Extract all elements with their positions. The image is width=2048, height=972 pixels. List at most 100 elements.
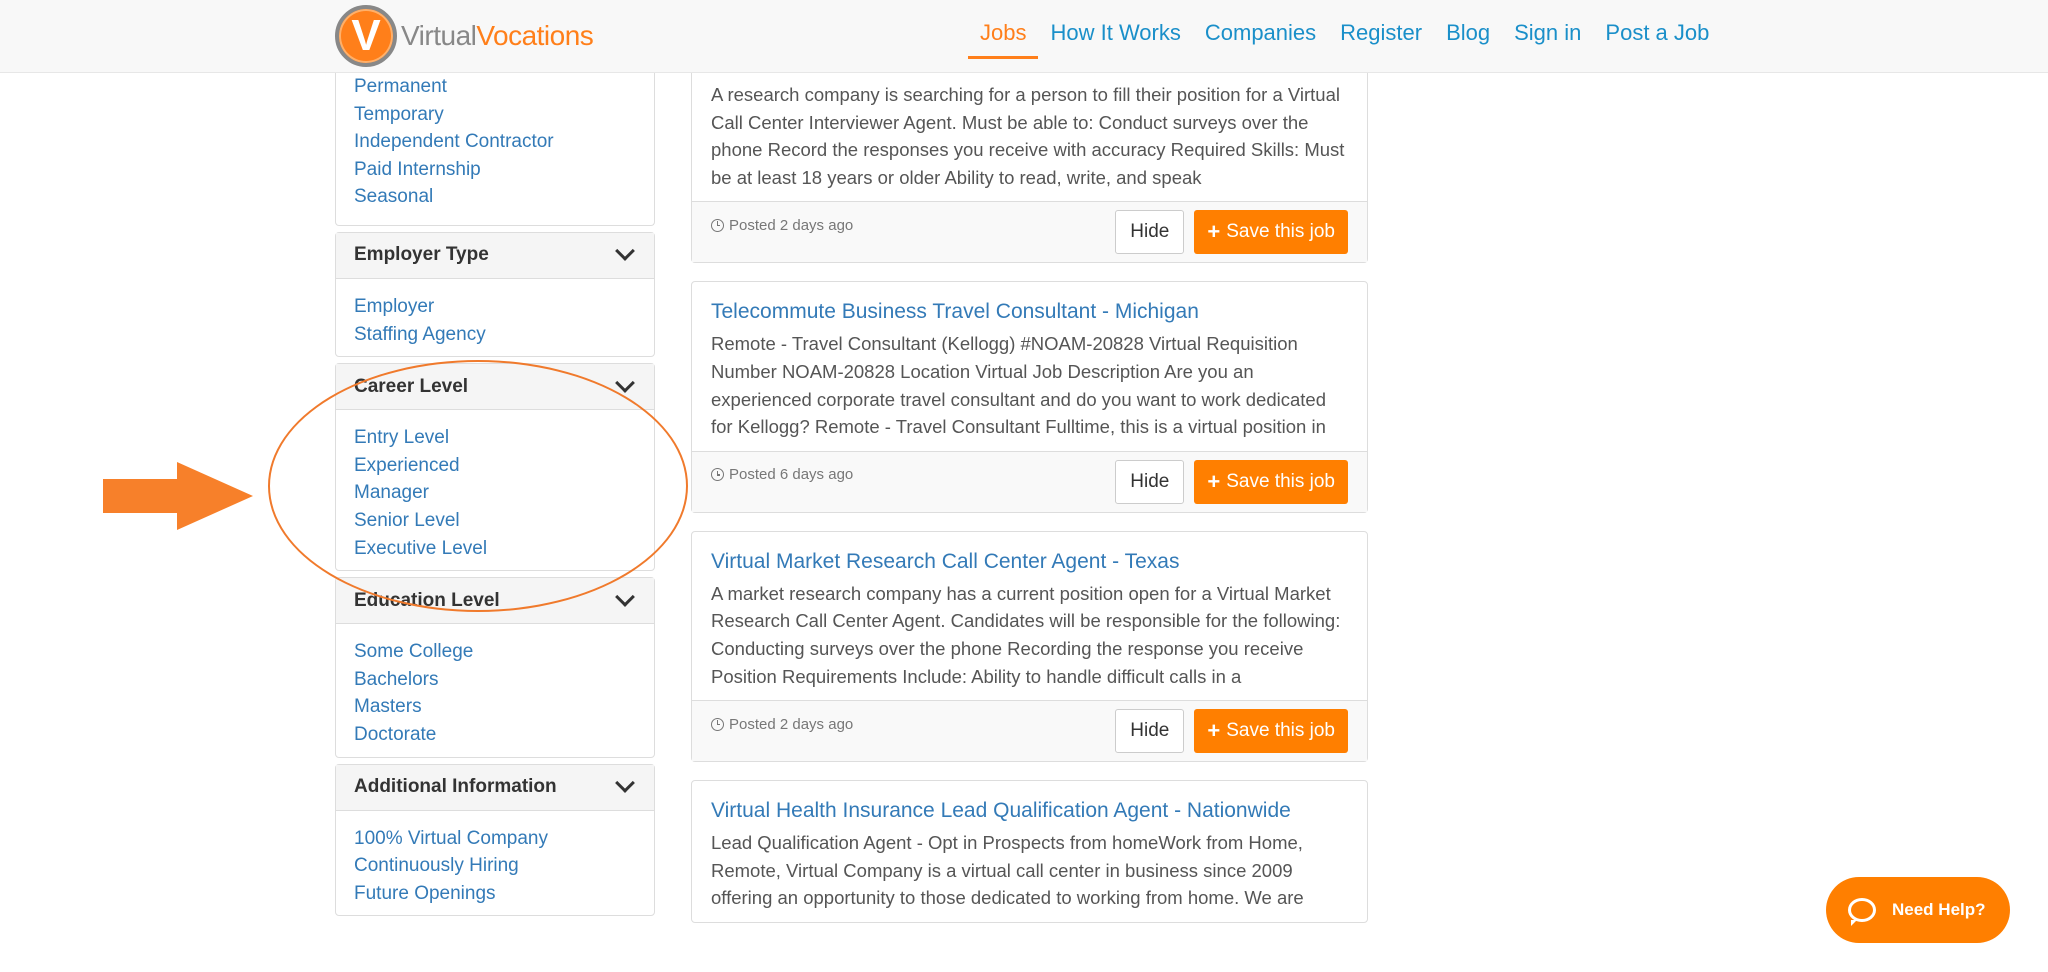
employer-type-title: Employer Type — [354, 244, 489, 266]
job-posted-date: Posted 6 days ago — [711, 466, 853, 483]
nav-register[interactable]: Register — [1328, 0, 1434, 73]
career-level-heading[interactable]: Career Level — [336, 364, 654, 411]
clock-icon — [711, 218, 724, 232]
need-help-label: Need Help? — [1892, 900, 1986, 919]
clock-icon — [711, 468, 724, 482]
education-level-heading[interactable]: Education Level — [336, 578, 654, 625]
education-level-title: Education Level — [354, 589, 500, 611]
filter-executive-level[interactable]: Executive Level — [354, 535, 636, 563]
job-card: Telecommute Business Travel Consultant -… — [691, 281, 1368, 513]
job-actions: Hide + Save this job — [1115, 459, 1348, 504]
job-actions: Hide + Save this job — [1115, 709, 1348, 754]
job-title-link[interactable]: Virtual Market Research Call Center Agen… — [711, 548, 1348, 576]
job-card: Virtual Health Insurance Lead Qualificat… — [691, 780, 1368, 923]
job-card-footer: Posted 2 days ago Hide + Save this job — [692, 700, 1367, 762]
job-title-link[interactable]: Telecommute Business Travel Consultant -… — [711, 298, 1348, 326]
job-description: A research company is searching for a pe… — [711, 84, 1345, 188]
career-level-title: Career Level — [354, 375, 469, 397]
filter-permanent[interactable]: Permanent — [354, 73, 636, 101]
filter-entry-level[interactable]: Entry Level — [354, 424, 636, 452]
filter-staffing-agency[interactable]: Staffing Agency — [354, 321, 636, 349]
additional-info-panel: Additional Information 100% Virtual Comp… — [335, 763, 655, 917]
filter-manager[interactable]: Manager — [354, 479, 636, 507]
logo-badge-icon: V — [335, 5, 397, 67]
filter-doctorate[interactable]: Doctorate — [354, 721, 636, 749]
posted-text: Posted 6 days ago — [729, 466, 854, 484]
posted-text: Posted 2 days ago — [729, 216, 854, 234]
chevron-down-icon[interactable] — [615, 241, 635, 262]
employer-type-panel: Employer Type Employer Staffing Agency — [335, 231, 655, 358]
job-description: Remote - Travel Consultant (Kellogg) #NO… — [711, 333, 1326, 438]
filter-bachelors[interactable]: Bachelors — [354, 666, 636, 694]
additional-info-heading[interactable]: Additional Information — [336, 764, 654, 811]
hide-button[interactable]: Hide — [1115, 709, 1185, 754]
annotation-arrow-icon — [103, 462, 253, 530]
nav-how-it-works[interactable]: How It Works — [1038, 0, 1192, 73]
filter-future-openings[interactable]: Future Openings — [354, 880, 636, 908]
job-description: Lead Qualification Agent - Opt in Prospe… — [711, 832, 1304, 909]
job-card-body: Virtual Health Insurance Lead Qualificat… — [692, 781, 1367, 922]
filter-experienced[interactable]: Experienced — [354, 452, 636, 480]
filter-masters[interactable]: Masters — [354, 693, 636, 721]
need-help-button[interactable]: Need Help? — [1826, 877, 2010, 943]
nav-companies[interactable]: Companies — [1193, 0, 1328, 73]
job-posted-date: Posted 2 days ago — [711, 716, 853, 733]
logo-wordmark: VirtualVocations — [401, 20, 594, 52]
save-job-label: Save this job — [1226, 720, 1335, 742]
filter-seasonal[interactable]: Seasonal — [354, 183, 636, 211]
job-card: A research company is searching for a pe… — [691, 73, 1368, 264]
education-level-list: Some College Bachelors Masters Doctorate — [336, 624, 654, 756]
save-job-label: Save this job — [1226, 470, 1335, 492]
education-level-panel: Education Level Some College Bachelors M… — [335, 577, 655, 758]
additional-info-title: Additional Information — [354, 776, 557, 797]
plus-icon: + — [1207, 468, 1221, 494]
career-level-panel: Career Level Entry Level Experienced Man… — [335, 363, 655, 572]
filter-100-virtual[interactable]: 100% Virtual Company — [354, 825, 636, 853]
clock-icon — [711, 717, 724, 731]
additional-info-list: 100% Virtual Company Continuously Hiring… — [336, 811, 654, 916]
main-nav: Jobs How It Works Companies Register Blo… — [968, 0, 1721, 73]
logo-text-virtual: Virtual — [401, 20, 477, 51]
filter-temporary[interactable]: Temporary — [354, 101, 636, 129]
career-level-list: Entry Level Experienced Manager Senior L… — [336, 410, 654, 570]
job-posted-date: Posted 2 days ago — [711, 217, 853, 234]
plus-icon: + — [1207, 718, 1221, 744]
nav-blog[interactable]: Blog — [1434, 0, 1502, 73]
logo-text-vocations: Vocations — [476, 20, 594, 51]
employer-type-list: Employer Staffing Agency — [336, 279, 654, 356]
save-job-button[interactable]: + Save this job — [1194, 459, 1348, 504]
job-card-footer: Posted 6 days ago Hide + Save this job — [692, 450, 1367, 512]
filter-independent-contractor[interactable]: Independent Contractor — [354, 128, 636, 156]
job-card-body: Virtual Market Research Call Center Agen… — [692, 532, 1367, 700]
filter-sidebar: Permanent Temporary Independent Contract… — [335, 73, 655, 922]
chevron-down-icon[interactable] — [615, 773, 635, 793]
nav-sign-in[interactable]: Sign in — [1502, 0, 1593, 73]
job-card-footer: Posted 2 days ago Hide + Save this job — [692, 201, 1367, 263]
filter-employer[interactable]: Employer — [354, 293, 636, 321]
filter-continuously-hiring[interactable]: Continuously Hiring — [354, 852, 636, 880]
hide-button[interactable]: Hide — [1115, 210, 1185, 255]
filter-some-college[interactable]: Some College — [354, 638, 636, 666]
save-job-button[interactable]: + Save this job — [1194, 709, 1348, 754]
nav-post-a-job[interactable]: Post a Job — [1593, 0, 1721, 73]
nav-jobs[interactable]: Jobs — [968, 0, 1039, 73]
filter-senior-level[interactable]: Senior Level — [354, 507, 636, 535]
job-card: Virtual Market Research Call Center Agen… — [691, 530, 1368, 763]
chevron-down-icon[interactable] — [615, 372, 635, 393]
job-title-link[interactable]: Virtual Health Insurance Lead Qualificat… — [711, 797, 1348, 825]
site-logo[interactable]: V VirtualVocations — [335, 5, 594, 67]
employer-type-heading[interactable]: Employer Type — [336, 232, 654, 279]
job-card-body: Telecommute Business Travel Consultant -… — [692, 282, 1367, 450]
plus-icon: + — [1207, 219, 1221, 245]
save-job-button[interactable]: + Save this job — [1194, 210, 1348, 255]
filter-paid-internship[interactable]: Paid Internship — [354, 156, 636, 184]
hide-button[interactable]: Hide — [1115, 459, 1185, 504]
chevron-down-icon[interactable] — [615, 586, 635, 607]
top-navbar: V VirtualVocations Jobs How It Works Com… — [0, 0, 2048, 73]
job-actions: Hide + Save this job — [1115, 210, 1348, 255]
chat-bubble-icon — [1848, 898, 1876, 926]
job-listings: A research company is searching for a pe… — [691, 73, 1368, 941]
job-description: A market research company has a current … — [711, 582, 1341, 687]
save-job-label: Save this job — [1226, 221, 1335, 243]
job-type-panel: Permanent Temporary Independent Contract… — [335, 73, 655, 226]
